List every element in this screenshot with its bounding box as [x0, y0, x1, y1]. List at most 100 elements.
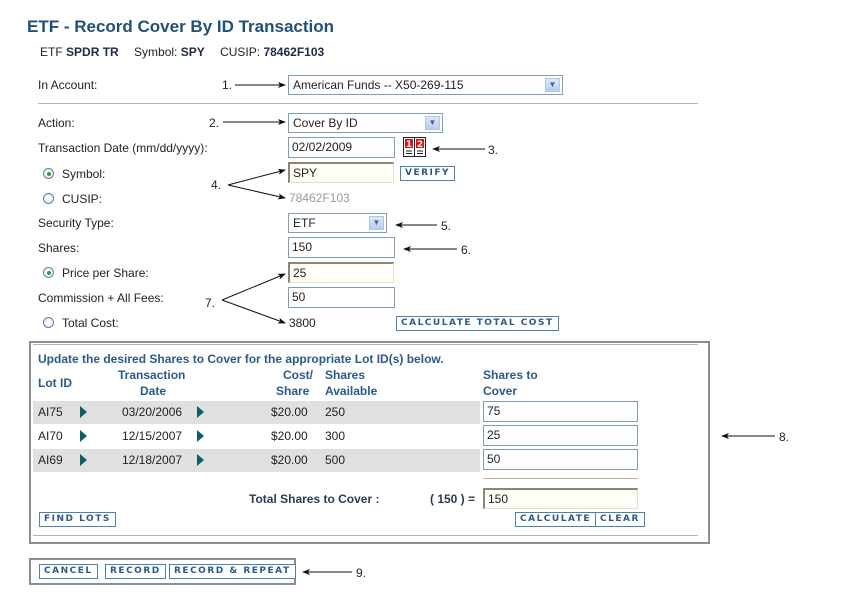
col-cover-1: Shares to [483, 368, 538, 382]
total-shares-label: Total Shares to Cover : [249, 492, 380, 506]
annotation-9: 9. [356, 566, 367, 580]
calculate-button[interactable]: CALCULATE [515, 512, 597, 527]
total-shares-input[interactable]: 150 [483, 488, 638, 509]
col-transaction-date-1: Transaction [118, 368, 186, 382]
arrow-4a [227, 168, 286, 186]
clear-button[interactable]: CLEAR [595, 512, 645, 527]
price-per-share-radio[interactable] [43, 267, 54, 278]
annotation-1: 1. [222, 78, 233, 92]
arrow-4b [227, 184, 286, 200]
annotation-7: 7. [205, 296, 216, 310]
lot-available: 250 [325, 405, 346, 419]
col-transaction-date-2: Date [140, 384, 167, 398]
symbol-summary-value: SPY [180, 45, 205, 59]
cusip-summary-label: CUSIP: [220, 45, 261, 59]
shares-to-cover-input[interactable]: 75 [483, 401, 638, 422]
lot-row: AI69 12/18/2007 $20.00 500 [33, 449, 480, 472]
lot-date: 12/18/2007 [122, 453, 183, 467]
symbol-radio[interactable] [43, 168, 54, 179]
lot-cost: $20.00 [271, 453, 308, 467]
calculate-total-cost-button[interactable]: CALCULATE TOTAL COST [396, 316, 559, 331]
symbol-label: Symbol: [62, 167, 106, 181]
cancel-button[interactable]: CANCEL [39, 564, 98, 579]
lot-row: AI70 12/15/2007 $20.00 300 [33, 425, 480, 448]
security-name: SPDR TR [66, 45, 119, 59]
shares-to-cover-input[interactable]: 25 [483, 425, 638, 446]
account-label: In Account: [38, 78, 98, 92]
lots-top-divider [33, 344, 698, 345]
total-cost-value: 3800 [289, 316, 316, 330]
lots-instruction: Update the desired Shares to Cover for t… [38, 352, 444, 366]
annotation-8: 8. [779, 430, 790, 444]
total-cost-radio[interactable] [43, 317, 54, 328]
lot-cost: $20.00 [271, 405, 308, 419]
lot-date: 12/15/2007 [122, 429, 183, 443]
col-available-1: Shares [325, 368, 366, 382]
security-type-select[interactable]: ETF ▼ [288, 213, 387, 233]
cusip-value: 78462F103 [289, 191, 350, 205]
col-available-2: Available [325, 384, 378, 398]
page-title: ETF - Record Cover By ID Transaction [27, 17, 335, 36]
col-cost-2: Share [276, 384, 310, 398]
lot-id: AI69 [38, 453, 63, 467]
arrow-7a [221, 273, 286, 301]
triangle-right-icon[interactable] [80, 406, 87, 418]
transaction-date-label: Transaction Date (mm/dd/yyyy): [38, 141, 208, 155]
cusip-summary-value: 78462F103 [263, 45, 325, 59]
cusip-label: CUSIP: [62, 192, 103, 206]
lot-row: AI75 03/20/2006 $20.00 250 [33, 401, 480, 424]
lot-id: AI75 [38, 405, 63, 419]
annotation-5: 5. [441, 219, 452, 233]
total-shares-expected: ( 150 ) = [430, 492, 476, 506]
price-per-share-input[interactable]: 25 [288, 262, 394, 283]
lot-available: 300 [325, 429, 346, 443]
col-cover-2: Cover [483, 384, 518, 398]
symbol-summary-label: Symbol: [134, 45, 178, 59]
triangle-right-icon[interactable] [80, 430, 87, 442]
transaction-date-input[interactable]: 02/02/2009 [288, 137, 395, 158]
annotation-6: 6. [461, 243, 472, 257]
record-button[interactable]: RECORD [105, 564, 166, 579]
shares-input[interactable]: 150 [288, 237, 395, 258]
security-type-prefix: ETF [40, 45, 63, 59]
account-select[interactable]: American Funds -- X50-269-115 ▼ [288, 75, 563, 95]
symbol-input[interactable]: SPY [288, 162, 394, 183]
action-select-value: Cover By ID [293, 116, 358, 130]
lot-id: AI70 [38, 429, 63, 443]
find-lots-button[interactable]: FIND LOTS [39, 512, 116, 527]
account-select-value: American Funds -- X50-269-115 [293, 78, 464, 92]
triangle-right-icon[interactable] [197, 406, 204, 418]
chevron-down-icon[interactable]: ▼ [545, 78, 560, 92]
triangle-right-icon[interactable] [197, 430, 204, 442]
svg-text:2: 2 [417, 140, 423, 150]
cover-divider [483, 478, 638, 479]
shares-to-cover-input[interactable]: 50 [483, 449, 638, 470]
commission-label: Commission + All Fees: [38, 291, 164, 305]
triangle-right-icon[interactable] [197, 454, 204, 466]
svg-text:1: 1 [406, 140, 412, 150]
calendar-icon[interactable]: 1 2 [403, 137, 426, 157]
arrow-7b [221, 299, 286, 324]
triangle-right-icon[interactable] [80, 454, 87, 466]
chevron-down-icon[interactable]: ▼ [369, 216, 384, 230]
action-select[interactable]: Cover By ID ▼ [288, 113, 443, 133]
security-summary: ETF SPDR TR Symbol: SPY CUSIP: 78462F103 [40, 45, 324, 59]
cusip-radio[interactable] [43, 193, 54, 204]
total-cost-label: Total Cost: [62, 316, 119, 330]
security-type-value: ETF [293, 216, 316, 230]
commission-input[interactable]: 50 [288, 287, 395, 308]
annotation-2: 2. [209, 116, 220, 130]
col-cost-1: Cost/ [283, 368, 313, 382]
lot-date: 03/20/2006 [122, 405, 183, 419]
chevron-down-icon[interactable]: ▼ [425, 116, 440, 130]
shares-label: Shares: [38, 241, 80, 255]
lot-available: 500 [325, 453, 346, 467]
annotation-4: 4. [211, 178, 222, 192]
divider [38, 103, 698, 104]
annotation-3: 3. [488, 143, 499, 157]
col-lot-id: Lot ID [38, 376, 72, 390]
verify-button[interactable]: VERIFY [400, 166, 456, 181]
action-label: Action: [38, 116, 75, 130]
price-per-share-label: Price per Share: [62, 266, 149, 280]
record-repeat-button[interactable]: RECORD & REPEAT [169, 564, 296, 579]
